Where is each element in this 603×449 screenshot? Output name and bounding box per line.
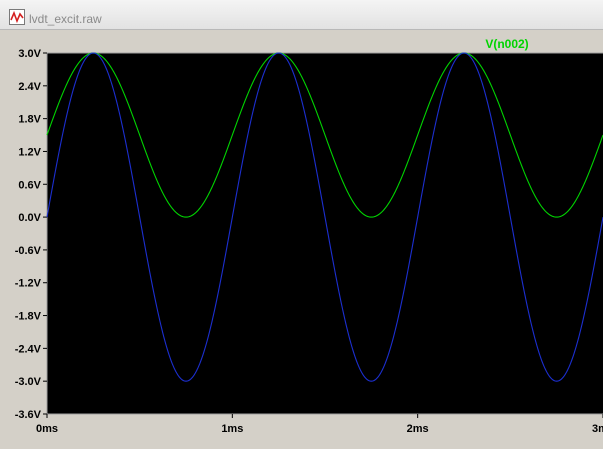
x-tick-label: 1ms <box>221 423 243 435</box>
y-tick-label: 0.0V <box>18 212 41 224</box>
x-tick-label: 0ms <box>36 423 58 435</box>
x-tick-label: 3ms <box>592 423 603 435</box>
x-tick-label: 2ms <box>407 423 429 435</box>
waveform-plot-icon <box>9 9 25 25</box>
y-tick-label: 1.2V <box>18 146 41 158</box>
y-tick-label: 1.8V <box>18 114 41 126</box>
trace-labels[interactable]: V(n002) <box>485 37 528 51</box>
y-tick-label: -0.6V <box>15 245 42 257</box>
trace-label-1[interactable]: V(n002) <box>485 37 528 51</box>
y-tick-label: -2.4V <box>15 343 42 355</box>
y-tick-label: 3.0V <box>18 48 41 60</box>
waveform-plot[interactable]: 3.0V 2.4V 1.8V 1.2V 0.6V 0.0V -0.6V -1.2V -1.8V -… <box>0 31 603 449</box>
y-tick-label: 2.4V <box>18 81 41 93</box>
y-tick-label: -1.8V <box>15 311 42 323</box>
y-tick-label: 0.6V <box>18 179 41 191</box>
plot-pane[interactable]: 3.0V 2.4V 1.8V 1.2V 0.6V 0.0V -0.6V -1.2V -1.8V -… <box>0 31 603 449</box>
y-tick-label: -3.6V <box>15 409 42 421</box>
y-tick-label: -3.0V <box>15 376 42 388</box>
window-title: lvdt_excit.raw <box>29 12 102 26</box>
window-titlebar[interactable]: lvdt_excit.raw <box>0 0 603 30</box>
plot-area[interactable] <box>47 53 603 414</box>
y-tick-label: -1.2V <box>15 278 42 290</box>
